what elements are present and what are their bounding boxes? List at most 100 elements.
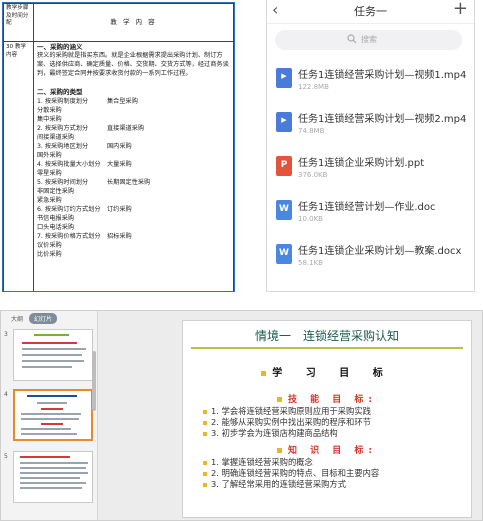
knowledge-goals-list: 1. 掌握连锁经营采购的概念 2. 明确连锁经营采购的特点、目标和主要内容 3. 了…: [203, 457, 379, 490]
file-size: 10.0KB: [298, 215, 323, 223]
procurement-type-label: 1. 按采购制度划分: [37, 97, 89, 105]
goal-text: 学会将连锁经营采购原则应用于采购实践: [221, 406, 371, 416]
section-1-text: 狭义的采购就是指买东西。就是企业根据需求提出采购计划、制订方案、选择供应商、确定…: [37, 52, 229, 78]
procurement-type-label: 议价采购: [37, 241, 62, 249]
page-title: 任务一: [354, 5, 387, 18]
tab-outline[interactable]: 大纲: [11, 314, 23, 323]
nav-bar: ‹ 任务一 +: [267, 0, 474, 24]
goal-item: 3. 了解经常采用的连锁经营采购方式: [203, 479, 379, 490]
procurement-type-row: 口头电话采购: [37, 224, 230, 233]
procurement-type-row: 2. 按采购方式划分 直接渠道采购: [37, 125, 230, 134]
procurement-type-row: 5. 按采购时间划分 长期固定性采购: [37, 179, 230, 188]
slide-thumbnail-pane: 大纲 幻灯片 3 4 5: [1, 311, 98, 520]
title-rule: [191, 347, 463, 349]
procurement-type-row: 4. 按采购批量大小划分 大量采购: [37, 161, 230, 170]
file-name: 任务1连锁经营计划—作业.doc: [298, 202, 436, 213]
procurement-type-row: 集中采购: [37, 116, 230, 125]
procurement-type-row: 分散采购: [37, 107, 230, 116]
presentation-editor: 大纲 幻灯片 3 4 5 情境一 连锁经营采购认知 学 习 目 标 技 能 目 …: [0, 310, 483, 521]
slide-thumbnail[interactable]: [13, 451, 93, 503]
slide-stage: 情境一 连锁经营采购认知 学 习 目 标 技 能 目 标: 1. 学会将连锁经营…: [98, 311, 482, 520]
procurement-type-row: 议价采购: [37, 242, 230, 251]
procurement-types-list: 1. 按采购制度划分 集合型采购分散采购 集中采购 2. 按采购方式划分 直接渠道采购间…: [37, 98, 230, 260]
procurement-type-value: 集合型采购: [107, 97, 138, 105]
doc-file-icon: W: [276, 200, 292, 220]
procurement-type-row: 比价采购: [37, 251, 230, 260]
goal-number: 2.: [211, 468, 219, 478]
file-item[interactable]: P 任务1连锁企业采购计划.ppt 376.0KB: [267, 146, 474, 190]
procurement-type-row: 紧急采购: [37, 197, 230, 206]
file-list: ▶ 任务1连锁经营采购计划—视频1.mp4 122.8MB ▶ 任务1连锁经营采购计划—…: [267, 58, 474, 278]
file-size: 376.0KB: [298, 171, 328, 179]
goal-number: 1.: [211, 457, 219, 467]
slide-thumbnail[interactable]: [13, 329, 93, 381]
skill-heading: 技 能 目 标:: [183, 392, 471, 405]
procurement-type-label: 紧急采购: [37, 196, 62, 204]
search-input[interactable]: 搜索: [275, 30, 462, 50]
plus-icon[interactable]: +: [453, 0, 468, 19]
procurement-type-value: 国内采购: [107, 142, 132, 150]
section-1-title: 一、采购的涵义: [37, 43, 83, 51]
procurement-type-label: 3. 按采购地区划分: [37, 142, 89, 150]
procurement-type-row: 书信电报采购: [37, 215, 230, 224]
procurement-type-row: 零星采购: [37, 170, 230, 179]
slide-number: 4: [4, 391, 8, 398]
knowledge-heading: 知 识 目 标:: [183, 443, 471, 456]
procurement-type-value: 订约采购: [107, 205, 132, 213]
goal-number: 3.: [211, 428, 219, 438]
procurement-type-label: 口头电话采购: [37, 223, 75, 231]
header-content: 教 学 内 容: [33, 3, 234, 42]
slide-thumbnail-selected[interactable]: [13, 389, 93, 441]
step-label: 30 教学内容: [3, 41, 34, 291]
procurement-type-label: 集中采购: [37, 115, 62, 123]
procurement-type-label: 6. 按采购订约方式划分: [37, 205, 101, 213]
file-item[interactable]: W 任务1连锁经营计划—作业.doc 10.0KB: [267, 190, 474, 234]
search-placeholder: 搜索: [361, 35, 377, 44]
lesson-plan-document: 教学步骤及时间分配 教 学 内 容 30 教学内容 一、采购的涵义 狭义的采购就…: [2, 2, 235, 292]
content-cell: 一、采购的涵义 狭义的采购就是指买东西。就是企业根据需求提出采购计划、制订方案、…: [33, 41, 234, 291]
tab-slides[interactable]: 幻灯片: [29, 313, 58, 324]
current-slide[interactable]: 情境一 连锁经营采购认知 学 习 目 标 技 能 目 标: 1. 学会将连锁经营…: [182, 320, 472, 518]
file-item[interactable]: W 任务1连锁企业采购计划—教案.docx 58.1KB: [267, 234, 474, 278]
procurement-type-value: 招标采购: [107, 232, 132, 240]
procurement-type-label: 2. 按采购方式划分: [37, 124, 89, 132]
goal-item: 1. 学会将连锁经营采购原则应用于采购实践: [203, 406, 371, 417]
procurement-type-row: 6. 按采购订约方式划分 订约采购: [37, 206, 230, 215]
procurement-type-row: 3. 按采购地区划分 国内采购: [37, 143, 230, 152]
procurement-type-row: 7. 按采购价格方式划分 招标采购: [37, 233, 230, 242]
bullet-square-icon: [203, 482, 207, 487]
procurement-type-label: 非固定性采购: [37, 187, 75, 195]
file-item[interactable]: ▶ 任务1连锁经营采购计划—视频2.mp4 74.8MB: [267, 102, 474, 146]
search-icon: [347, 34, 357, 44]
procurement-type-label: 分散采购: [37, 106, 62, 114]
goal-text: 能够从采购实例中找出采购的程序和环节: [221, 417, 371, 427]
bullet-square-icon: [277, 448, 282, 453]
goal-number: 2.: [211, 417, 219, 427]
doc-file-icon: W: [276, 244, 292, 264]
goal-text: 了解经常采用的连锁经营采购方式: [221, 479, 347, 489]
goal-text: 掌握连锁经营采购的概念: [221, 457, 313, 467]
scrollbar[interactable]: [92, 351, 96, 411]
file-item[interactable]: ▶ 任务1连锁经营采购计划—视频1.mp4 122.8MB: [267, 58, 474, 102]
file-name: 任务1连锁企业采购计划—教案.docx: [298, 246, 462, 257]
procurement-type-value: 大量采购: [107, 160, 132, 168]
procurement-type-label: 国外采购: [37, 151, 62, 159]
video-file-icon: ▶: [276, 68, 292, 88]
procurement-type-label: 5. 按采购时间划分: [37, 178, 89, 186]
file-size: 122.8MB: [298, 83, 329, 91]
bullet-square-icon: [261, 370, 267, 376]
section-2-title: 二、采购的类型: [37, 88, 83, 97]
procurement-type-row: 非固定性采购: [37, 188, 230, 197]
bullet-square-icon: [203, 409, 207, 414]
procurement-type-label: 书信电报采购: [37, 214, 75, 222]
bullet-square-icon: [203, 420, 207, 425]
procurement-type-row: 间接渠道采购: [37, 134, 230, 143]
goal-item: 2. 能够从采购实例中找出采购的程序和环节: [203, 417, 371, 428]
bullet-square-icon: [203, 431, 207, 436]
goal-number: 1.: [211, 406, 219, 416]
slide-subtitle: 学 习 目 标: [183, 364, 471, 379]
procurement-type-label: 比价采购: [37, 250, 62, 258]
goal-item: 3. 初步学会为连锁店构建商品结构: [203, 428, 371, 439]
skill-goals-list: 1. 学会将连锁经营采购原则应用于采购实践 2. 能够从采购实例中找出采购的程序和…: [203, 406, 371, 439]
ppt-file-icon: P: [276, 156, 292, 176]
